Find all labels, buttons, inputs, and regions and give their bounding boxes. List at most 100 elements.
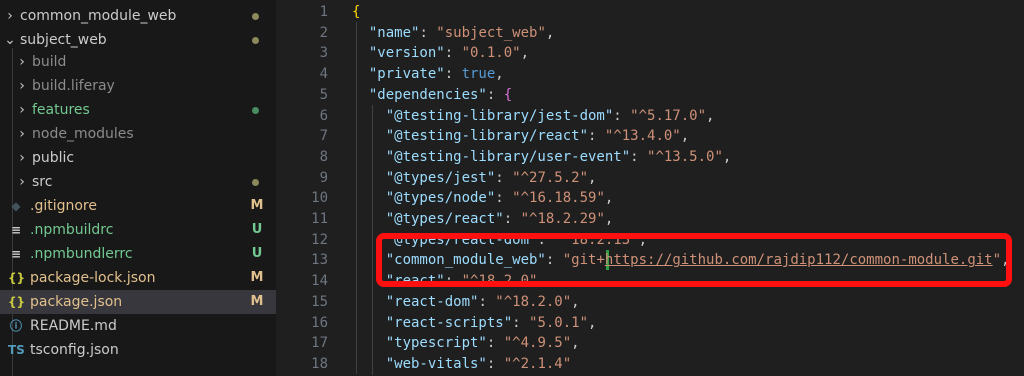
code-line[interactable]: "@testing-library/user-event": "^13.5.0"… [352,147,732,168]
explorer-item[interactable]: › public [0,146,276,170]
line-number: 15 [311,293,328,310]
code-token: "name" [368,24,420,41]
code-token: , [706,107,715,124]
code-line[interactable]: "@types/react": "^18.2.29", [352,209,614,230]
code-token: "^2.1.4" [503,355,572,372]
code-token: : [444,45,462,62]
explorer-item-label: src [32,174,53,190]
explorer-item[interactable]: ≡ .npmbuildrc U [0,218,276,242]
chevron-right-icon[interactable]: › [14,50,30,74]
code-token: : [419,24,437,41]
code-line[interactable]: "react-scripts": "5.0.1", [352,313,597,334]
line-number: 17 [311,335,328,352]
explorer-item[interactable]: › build.liferay [0,74,276,98]
chevron-down-icon[interactable]: ⌄ [2,28,18,52]
code-line[interactable]: "private": true, [352,64,504,85]
explorer-item[interactable]: › build [0,50,276,74]
code-token: "@types/node" [385,190,496,207]
chevron-right-icon[interactable]: › [2,4,18,28]
explorer-item-label: build.liferay [32,78,115,94]
file-type-icon: ◆ [11,199,21,213]
code-line[interactable]: "dependencies": { [352,85,512,106]
code-line[interactable]: "typescript": "^4.9.5", [352,333,580,354]
git-status-badge: M [250,294,264,309]
chevron-right-icon[interactable]: › [14,170,30,194]
indent-guide [372,105,373,375]
code-line[interactable]: "version": "0.1.0", [352,43,529,64]
code-line[interactable]: "react-dom": "^18.2.0", [352,292,580,313]
line-number: 9 [319,169,328,186]
modified-dot-icon [252,179,259,186]
code-line[interactable]: "name": "subject_web", [352,23,554,44]
code-token: "^18.2.29" [520,211,605,227]
code-token: , [495,66,504,83]
explorer-item[interactable]: {} package-lock.json M [0,266,276,290]
explorer-item[interactable]: {} package.json M [0,290,276,314]
code-token: , [722,148,732,165]
modified-dot-icon [252,13,259,20]
explorer-item[interactable]: ◆ .gitignore M [0,194,276,218]
line-number: 12 [311,231,328,248]
file-type-icon: {} [8,295,26,309]
code-token: , [520,45,530,62]
vscode-window: › common_module_web ⌄ subject_web › build › bui… [0,0,1024,376]
code-token: "0.1.0" [461,45,521,62]
code-token: "^16.18.59" [512,190,605,207]
explorer-item-label: subject_web [20,32,107,48]
code-token: , [604,211,614,227]
code-token: : [630,148,648,165]
explorer-item-label: features [32,102,90,118]
explorer-item[interactable]: ⌄ subject_web [0,28,276,52]
modified-dot-icon [252,107,259,114]
code-token: : [478,293,496,310]
line-number: 4 [319,66,328,83]
modified-dot-icon [252,37,259,44]
code-token: "^18.2.0" [495,293,572,310]
code-line[interactable]: "@types/jest": "^27.5.2", [352,168,597,189]
code-token: , [545,24,555,41]
line-number: 7 [319,128,328,145]
line-number: 16 [311,314,328,331]
code-line[interactable]: "@testing-library/react": "^13.4.0", [352,126,689,147]
code-token: , [588,314,597,331]
chevron-right-icon[interactable]: › [14,98,30,122]
git-status-badge: M [250,198,264,213]
file-type-icon: {} [8,271,26,285]
explorer-item[interactable]: › src [0,170,276,194]
chevron-right-icon[interactable]: › [14,122,30,146]
explorer-item[interactable]: ⓘ README.md [0,314,276,338]
file-type-icon: ⓘ [9,319,22,333]
code-line[interactable]: { [352,2,360,23]
code-line[interactable]: "@types/node": "^16.18.59", [352,188,614,209]
code-line[interactable]: "@testing-library/jest-dom": "^5.17.0", [352,106,715,127]
chevron-right-icon[interactable]: › [14,146,30,170]
code-token: "^13.4.0" [604,128,681,145]
code-token: : [444,66,462,83]
explorer-item[interactable]: › common_module_web [0,4,276,28]
code-token: "react-dom" [385,293,479,310]
explorer-item[interactable]: › node_modules [0,122,276,146]
explorer-item[interactable]: › features [0,98,276,122]
code-token: "@types/jest" [385,169,496,186]
code-editor[interactable]: 1 2 3 4 5 6 7 8 9 10 11 12 13 14 15 16 17 18 { "name": "s… [276,0,1024,376]
explorer-item-label: build [32,54,67,70]
explorer-item-label: common_module_web [20,8,177,24]
chevron-right-icon[interactable]: › [14,74,30,98]
code-token: , [588,169,597,186]
code-token: "@testing-library/jest-dom" [385,107,614,124]
explorer-item[interactable]: TS tsconfig.json [0,338,276,362]
code-token: : [588,128,605,145]
explorer-item[interactable]: ≡ .npmbundlerrc U [0,242,276,266]
code-token: "@testing-library/react" [385,128,589,145]
code-token: : [495,190,513,207]
code-token: "^13.5.0" [647,148,723,165]
line-number: 5 [319,86,328,103]
code-line[interactable]: "web-vitals": "^2.1.4" [352,354,571,375]
